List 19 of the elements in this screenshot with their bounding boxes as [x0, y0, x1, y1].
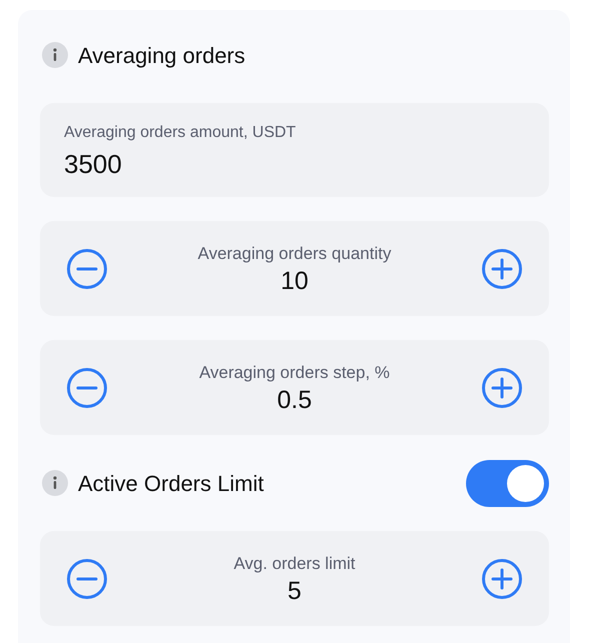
plus-icon[interactable]: [480, 366, 523, 408]
section-title: Averaging orders: [78, 42, 246, 70]
info-icon[interactable]: [42, 470, 68, 496]
plus-icon[interactable]: [480, 248, 523, 290]
section-title: Active Orders Limit: [78, 470, 264, 498]
stepper-value: 10: [280, 266, 310, 296]
minus-icon[interactable]: [66, 366, 108, 408]
info-icon[interactable]: [42, 42, 68, 68]
stepper-label: Averaging orders quantity: [198, 242, 392, 265]
field-label: Averaging orders amount, USDT: [64, 123, 297, 143]
toggle-switch[interactable]: [466, 460, 549, 506]
stepper-label: Averaging orders step, %: [199, 362, 390, 384]
stepper-value: 0.5: [276, 385, 313, 416]
minus-icon[interactable]: [66, 248, 108, 290]
stepper-label: Avg. orders limit: [234, 552, 356, 575]
minus-icon[interactable]: [66, 558, 108, 600]
stepper-value: 5: [286, 576, 302, 606]
plus-icon[interactable]: [481, 558, 523, 600]
field-value: 3500: [64, 149, 123, 180]
